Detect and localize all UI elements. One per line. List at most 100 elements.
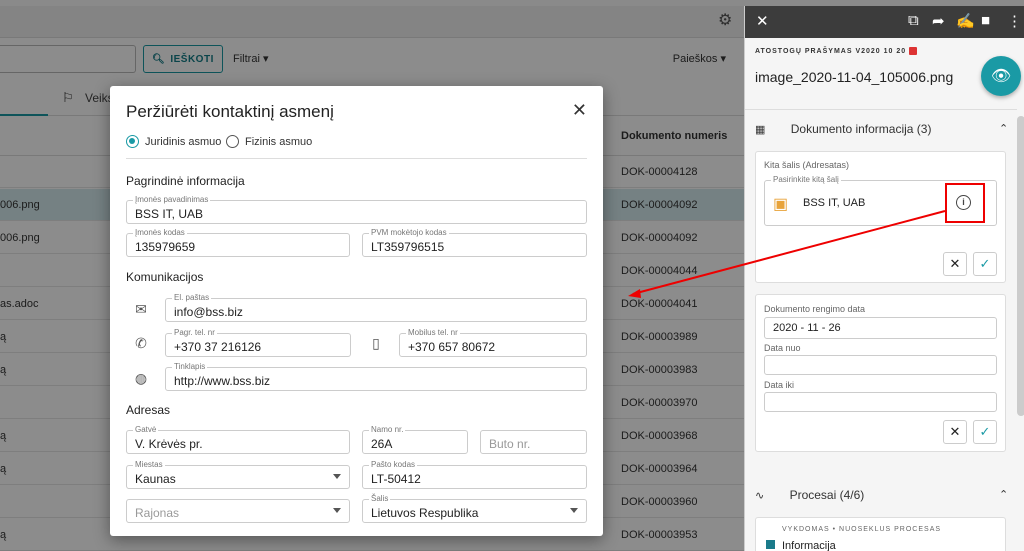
district-select[interactable]: Rajonas — [126, 499, 350, 523]
country-label: Šalis — [369, 494, 391, 504]
mobile-icon: ▯ — [372, 335, 380, 351]
street-value: V. Krėvės pr. — [135, 437, 203, 451]
close-icon[interactable]: ✕ — [756, 12, 769, 30]
view-contact-dialog: Peržiūrėti kontaktinį asmenį ✕ Juridinis… — [110, 86, 603, 536]
country-select[interactable]: Šalis Lietuvos Respublika — [362, 494, 587, 523]
share-icon[interactable]: ➦ — [932, 12, 945, 30]
mobile-value: +370 657 80672 — [408, 340, 496, 354]
document-subtitle: ATOSTOGŲ PRAŠYMAS V2020 10 20 — [755, 47, 918, 55]
close-icon[interactable]: ✕ — [572, 100, 587, 121]
vat-code-value: LT359796515 — [371, 240, 445, 254]
postal-code-label: Pašto kodas — [369, 460, 418, 470]
radio-natural-label: Fizinis asmuo — [245, 135, 313, 148]
house-number-field[interactable]: Namo nr. 26A — [362, 425, 468, 454]
cancel-button[interactable]: ✕ — [943, 252, 967, 276]
city-label: Miestas — [133, 460, 165, 470]
more-vert-icon[interactable]: ⋮ — [1007, 12, 1022, 30]
date-from-input[interactable] — [764, 355, 997, 375]
phone-label: Pagr. tel. nr — [172, 328, 217, 338]
company-code-field[interactable]: Įmonės kodas 135979659 — [126, 228, 350, 257]
accordion-processes[interactable]: ∿ Procesai (4/6) ⌃ — [755, 488, 1017, 502]
flat-number-field[interactable]: Buto nr. — [480, 430, 587, 454]
document-side-panel: ✕ ⧉ ➦ ✍ ■ ⋮ ATOSTOGŲ PRAŠYMAS V2020 10 2… — [744, 6, 1024, 551]
postal-code-field[interactable]: Pašto kodas LT-50412 — [362, 460, 587, 489]
panel-toolbar: ✕ ⧉ ➦ ✍ ■ ⋮ — [745, 6, 1024, 38]
section-main-info: Pagrindinė informacija — [126, 174, 245, 188]
prep-date-label: Dokumento rengimo data — [764, 304, 866, 314]
process-status: VYKDOMAS • NUOSEKLUS PROCESAS — [782, 526, 942, 533]
email-label: El. paštas — [172, 293, 212, 303]
process-icon — [766, 540, 775, 549]
eye-icon: 👁︎ — [990, 68, 1012, 85]
document-filename: image_2020-11-04_105006.png — [755, 69, 954, 85]
street-label: Gatvė — [133, 425, 159, 435]
country-value: Lietuvos Respublika — [371, 506, 479, 520]
date-to-label: Data iki — [764, 380, 795, 390]
trending-icon: ∿ — [755, 490, 765, 502]
dropdown-arrow-icon — [333, 474, 341, 479]
sign-off-icon[interactable]: ✍ — [956, 12, 975, 30]
cancel-button[interactable]: ✕ — [943, 420, 967, 444]
radio-legal-person[interactable]: Juridinis asmuo — [126, 135, 221, 148]
preview-button[interactable]: 👁︎ — [981, 56, 1021, 96]
company-name-field[interactable]: Įmonės pavadinimas BSS IT, UAB — [126, 195, 587, 224]
confirm-button[interactable]: ✓ — [973, 420, 997, 444]
district-placeholder: Rajonas — [135, 506, 180, 520]
radio-unchecked-icon — [226, 135, 239, 148]
accordion-doc-info[interactable]: ▦ Dokumento informacija (3) ⌃ — [755, 122, 1017, 136]
website-field[interactable]: Tinklapis http://www.bss.biz — [165, 362, 587, 391]
company-code-label: Įmonės kodas — [133, 228, 187, 238]
company-name-label: Įmonės pavadinimas — [133, 195, 211, 205]
street-field[interactable]: Gatvė V. Krėvės pr. — [126, 425, 350, 454]
company-name-value: BSS IT, UAB — [135, 207, 204, 221]
scrollbar[interactable] — [1017, 116, 1024, 416]
mobile-field[interactable]: Mobilus tel. nr +370 657 80672 — [399, 328, 587, 357]
pdf-icon — [909, 47, 918, 55]
other-party-caption: Kita šalis (Adresatas) — [764, 160, 850, 170]
bar-chart-icon: ▦ — [755, 124, 766, 136]
divider — [126, 158, 587, 159]
annotation-highlight-box — [945, 183, 985, 223]
accordion-doc-info-label: Dokumento informacija (3) — [790, 122, 932, 136]
phone-icon: ✆ — [135, 335, 147, 351]
website-label: Tinklapis — [172, 362, 208, 372]
city-value: Kaunas — [135, 472, 176, 486]
accordion-processes-label: Procesai (4/6) — [789, 488, 865, 502]
confirm-button[interactable]: ✓ — [973, 252, 997, 276]
house-number-label: Namo nr. — [369, 425, 406, 435]
date-from-label: Data nuo — [764, 343, 801, 353]
flat-number-placeholder: Buto nr. — [489, 437, 531, 451]
dates-card: Dokumento rengimo data 2020 - 11 - 26 Da… — [755, 294, 1006, 452]
email-icon: ✉ — [135, 301, 147, 317]
vat-code-label: PVM mokėtojo kodas — [369, 228, 449, 238]
postal-code-value: LT-50412 — [371, 472, 421, 486]
email-field[interactable]: El. paštas info@bss.biz — [165, 293, 587, 322]
vat-code-field[interactable]: PVM mokėtojo kodas LT359796515 — [362, 228, 587, 257]
radio-natural-person[interactable]: Fizinis asmuo — [226, 135, 312, 148]
section-communications: Komunikacijos — [126, 270, 204, 284]
process-card[interactable]: VYKDOMAS • NUOSEKLUS PROCESAS Informacij… — [755, 517, 1006, 551]
open-external-icon[interactable]: ⧉ — [908, 12, 919, 29]
phone-field[interactable]: Pagr. tel. nr +370 37 216126 — [165, 328, 351, 357]
dialog-title: Peržiūrėti kontaktinį asmenį — [126, 102, 334, 121]
phone-value: +370 37 216126 — [174, 340, 262, 354]
check-icon: ✓ — [979, 424, 991, 439]
other-party-label: Pasirinkite kitą šalį — [771, 175, 841, 185]
house-number-value: 26A — [371, 437, 393, 451]
dropdown-arrow-icon — [570, 508, 578, 513]
email-value: info@bss.biz — [174, 305, 243, 319]
radio-checked-icon — [126, 135, 139, 148]
process-name: Informacija — [782, 540, 836, 551]
date-to-input[interactable] — [764, 392, 997, 412]
company-code-value: 135979659 — [135, 240, 196, 254]
prep-date-input[interactable]: 2020 - 11 - 26 — [764, 317, 997, 339]
close-icon: ✕ — [949, 256, 961, 271]
other-party-value: BSS IT, UAB — [803, 197, 866, 209]
section-address: Adresas — [126, 403, 171, 417]
briefcase-icon: ▣ — [773, 196, 789, 213]
city-select[interactable]: Miestas Kaunas — [126, 460, 350, 489]
chevron-up-icon: ⌃ — [999, 489, 1009, 501]
document-type-text: ATOSTOGŲ PRAŠYMAS V2020 10 20 — [755, 47, 907, 55]
website-value: http://www.bss.biz — [174, 374, 271, 388]
folder-icon[interactable]: ■ — [981, 12, 990, 29]
